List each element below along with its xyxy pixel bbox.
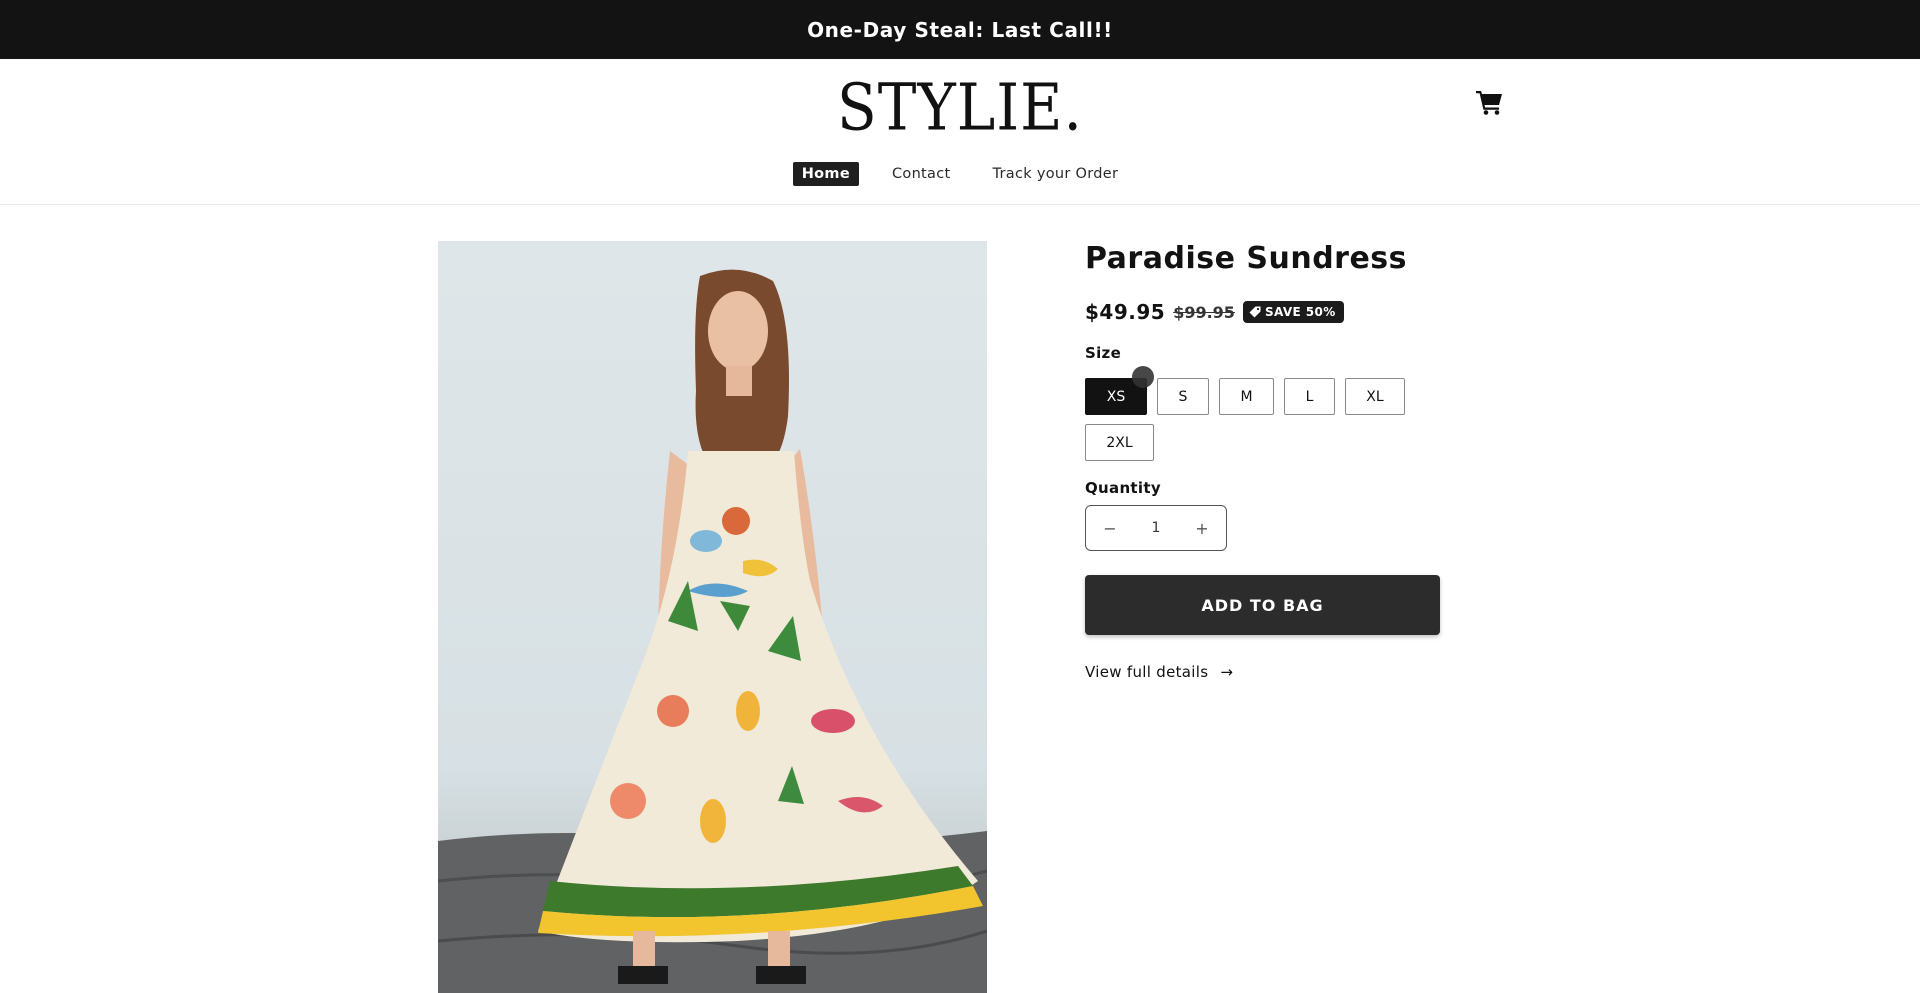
- site-header: STYLIE. Home Contact Track your Order: [0, 59, 1920, 205]
- add-to-bag-button[interactable]: ADD TO BAG: [1085, 575, 1440, 635]
- size-option-l[interactable]: L: [1284, 378, 1335, 415]
- cursor-indicator: [1132, 366, 1154, 388]
- nav-home[interactable]: Home: [792, 162, 859, 186]
- price-row: $49.95 $99.95 SAVE 50%: [1085, 300, 1485, 324]
- tag-icon: [1249, 306, 1261, 318]
- increment-button[interactable]: +: [1192, 519, 1212, 538]
- quantity-input[interactable]: 1: [1152, 520, 1161, 536]
- site-logo[interactable]: STYLIE.: [0, 69, 1920, 145]
- size-option-2xl[interactable]: 2XL: [1085, 424, 1154, 461]
- quantity-label: Quantity: [1085, 479, 1161, 497]
- size-options: XS S M L XL 2XL: [1085, 378, 1425, 461]
- size-option-xl[interactable]: XL: [1345, 378, 1405, 415]
- view-details-text: View full details: [1085, 663, 1209, 681]
- compare-price: $99.95: [1173, 302, 1235, 322]
- decrement-button[interactable]: −: [1100, 519, 1120, 538]
- arrow-right-icon: →: [1220, 663, 1234, 681]
- save-badge-text: SAVE 50%: [1264, 305, 1336, 319]
- sale-price: $49.95: [1085, 300, 1166, 324]
- size-option-s[interactable]: S: [1157, 378, 1209, 415]
- product-title: Paradise Sundress: [1085, 241, 1408, 276]
- view-details-link[interactable]: View full details →: [1085, 663, 1485, 681]
- save-badge: SAVE 50%: [1242, 301, 1344, 323]
- announcement-text: One-Day Steal: Last Call!!: [807, 17, 1113, 42]
- nav-track-order[interactable]: Track your Order: [983, 162, 1127, 186]
- quantity-stepper: − 1 +: [1085, 505, 1227, 551]
- dress-photo: [438, 269, 987, 993]
- nav-contact[interactable]: Contact: [883, 162, 960, 186]
- product-image[interactable]: [438, 241, 987, 993]
- size-option-m[interactable]: M: [1219, 378, 1274, 415]
- announcement-bar: One-Day Steal: Last Call!!: [0, 0, 1920, 59]
- size-label: Size: [1085, 344, 1122, 362]
- cart-icon[interactable]: [1476, 89, 1504, 115]
- main-nav: Home Contact Track your Order: [0, 162, 1920, 186]
- product-info: Paradise Sundress $49.95 $99.95 SAVE 50%…: [1085, 241, 1485, 681]
